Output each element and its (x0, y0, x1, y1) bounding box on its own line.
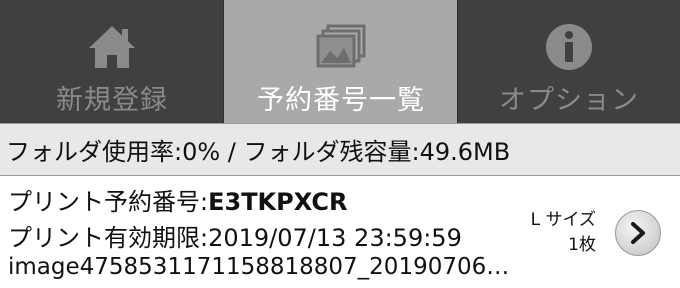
tab-label: 予約番号一覧 (257, 85, 425, 116)
expiry-value: 2019/07/13 23:59:59 (208, 224, 462, 252)
print-size-info: L サイズ 1枚 (531, 208, 596, 258)
reservation-list-item[interactable]: プリント予約番号:E3TKPXCR プリント有効期限:2019/07/13 23… (0, 176, 680, 288)
folder-usage-text: フォルダ使用率:0% / フォルダ残容量:49.6MB (6, 138, 511, 166)
tab-label: 新規登録 (56, 85, 168, 116)
folder-usage-status: フォルダ使用率:0% / フォルダ残容量:49.6MB (0, 123, 680, 176)
detail-button[interactable] (615, 210, 661, 256)
home-icon (85, 22, 139, 72)
images-icon (314, 22, 368, 72)
print-count: 1枚 (568, 235, 596, 255)
tab-reservation-list[interactable]: 予約番号一覧 (224, 0, 458, 123)
reservation-number-label: プリント予約番号: (8, 188, 209, 216)
filename: image4758531171158818807_20190706… (8, 254, 510, 280)
reservation-number-value: E3TKPXCR (208, 188, 348, 216)
info-icon (542, 22, 596, 72)
tab-options[interactable]: オプション (458, 0, 680, 123)
chevron-right-icon (631, 222, 645, 244)
expiry-label: プリント有効期限: (8, 224, 209, 252)
tab-label: オプション (499, 85, 639, 116)
tab-new-registration[interactable]: 新規登録 (0, 0, 224, 123)
reservation-number-line: プリント予約番号:E3TKPXCR (8, 182, 348, 217)
expiry-line: プリント有効期限:2019/07/13 23:59:59 (8, 218, 462, 253)
tab-bar: 新規登録 予約番号一覧 オプション (0, 0, 680, 123)
print-size: L サイズ (530, 210, 596, 230)
